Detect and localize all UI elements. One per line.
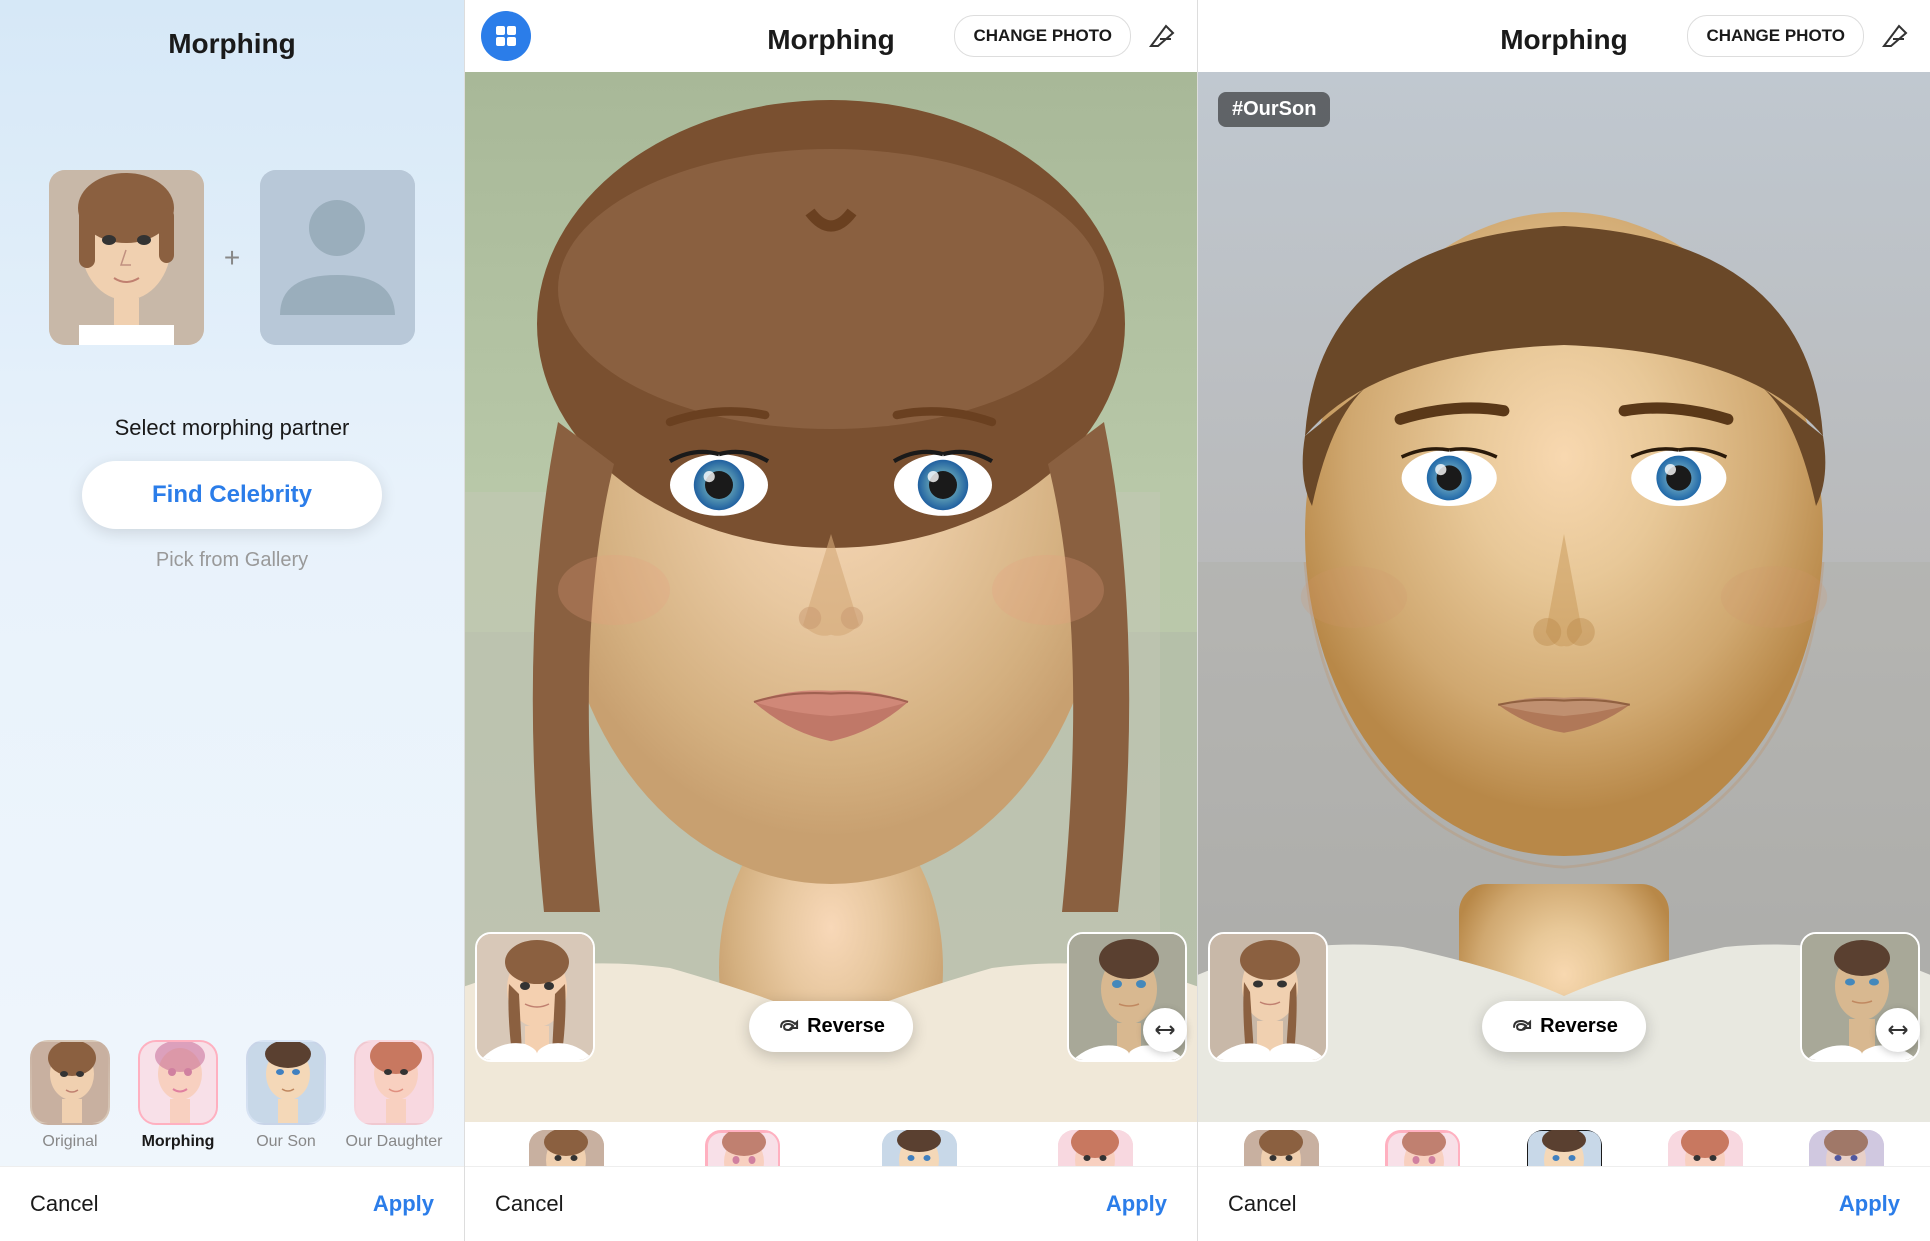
- panel3-apply-button[interactable]: Apply: [1839, 1191, 1900, 1217]
- plus-icon: +: [224, 242, 240, 274]
- panel3-reverse-button[interactable]: Reverse: [1482, 1001, 1646, 1052]
- panel3-cancel-button[interactable]: Cancel: [1228, 1191, 1296, 1217]
- tab-original-thumb: [30, 1040, 110, 1125]
- pick-from-gallery-button[interactable]: Pick from Gallery: [156, 549, 308, 572]
- panel3-header-right: CHANGE PHOTO: [1687, 15, 1914, 57]
- panel2-header: Morphing CHANGE PHOTO: [465, 0, 1197, 72]
- tab-our-daughter-label: Our Daughter: [346, 1133, 443, 1151]
- tab-original[interactable]: Original: [20, 1040, 120, 1151]
- our-son-panel: Morphing CHANGE PHOTO: [1198, 0, 1930, 1241]
- tab-our-daughter-thumb: [354, 1040, 434, 1125]
- panel2-eraser-button[interactable]: [1141, 16, 1181, 56]
- panel2-main-image: Reverse: [465, 72, 1197, 1122]
- user-face-thumb[interactable]: [49, 170, 204, 345]
- panel3-expand-button[interactable]: [1876, 1008, 1920, 1052]
- tab-our-daughter[interactable]: Our Daughter: [344, 1040, 444, 1151]
- tab-morphing[interactable]: Morphing: [128, 1040, 228, 1151]
- panel2-thumb-left[interactable]: [475, 932, 595, 1062]
- find-celebrity-button[interactable]: Find Celebrity: [82, 461, 382, 529]
- panel3-eraser-button[interactable]: [1874, 16, 1914, 56]
- panel3-reverse-label: Reverse: [1540, 1015, 1618, 1038]
- morphing-panel: Morphing CHANGE PHOTO: [465, 0, 1198, 1241]
- panel2-action-bar: Cancel Apply: [465, 1166, 1197, 1241]
- tab-our-son-label: Our Son: [256, 1133, 316, 1151]
- grid-view-button[interactable]: [481, 11, 531, 61]
- panel3-change-photo-button[interactable]: CHANGE PHOTO: [1687, 15, 1864, 57]
- panel3-header: Morphing CHANGE PHOTO: [1198, 0, 1930, 72]
- panel1-action-bar: Cancel Apply: [0, 1166, 464, 1241]
- setup-panel: Morphing: [0, 0, 465, 1241]
- panel1-apply-button[interactable]: Apply: [373, 1191, 434, 1217]
- face-selector: +: [0, 140, 464, 375]
- panel2-reverse-label: Reverse: [807, 1015, 885, 1038]
- panel1-title: Morphing: [0, 0, 464, 80]
- panel1-cancel-button[interactable]: Cancel: [30, 1191, 98, 1217]
- panel2-apply-button[interactable]: Apply: [1106, 1191, 1167, 1217]
- partner-face-thumb[interactable]: [260, 170, 415, 345]
- hashtag-label: #OurSon: [1218, 92, 1330, 127]
- tab-our-son[interactable]: Our Son: [236, 1040, 336, 1151]
- panel3-thumb-left[interactable]: [1208, 932, 1328, 1062]
- panel3-action-bar: Cancel Apply: [1198, 1166, 1930, 1241]
- panel2-reverse-button[interactable]: Reverse: [749, 1001, 913, 1052]
- panel2-expand-button[interactable]: [1143, 1008, 1187, 1052]
- panel3-title: Morphing: [1500, 24, 1628, 56]
- panel2-header-right: CHANGE PHOTO: [954, 15, 1181, 57]
- panel2-change-photo-button[interactable]: CHANGE PHOTO: [954, 15, 1131, 57]
- tab-morphing-thumb: [138, 1040, 218, 1125]
- panel2-title: Morphing: [767, 24, 895, 56]
- tab-original-label: Original: [42, 1133, 97, 1151]
- tab-our-son-thumb: [246, 1040, 326, 1125]
- panel2-header-left: [481, 11, 531, 61]
- select-partner-label: Select morphing partner: [0, 415, 464, 441]
- panel1-tab-bar: Original Morphing: [0, 1030, 464, 1161]
- panel3-main-image: #OurSon: [1198, 72, 1930, 1122]
- panel2-cancel-button[interactable]: Cancel: [495, 1191, 563, 1217]
- tab-morphing-label: Morphing: [142, 1133, 215, 1151]
